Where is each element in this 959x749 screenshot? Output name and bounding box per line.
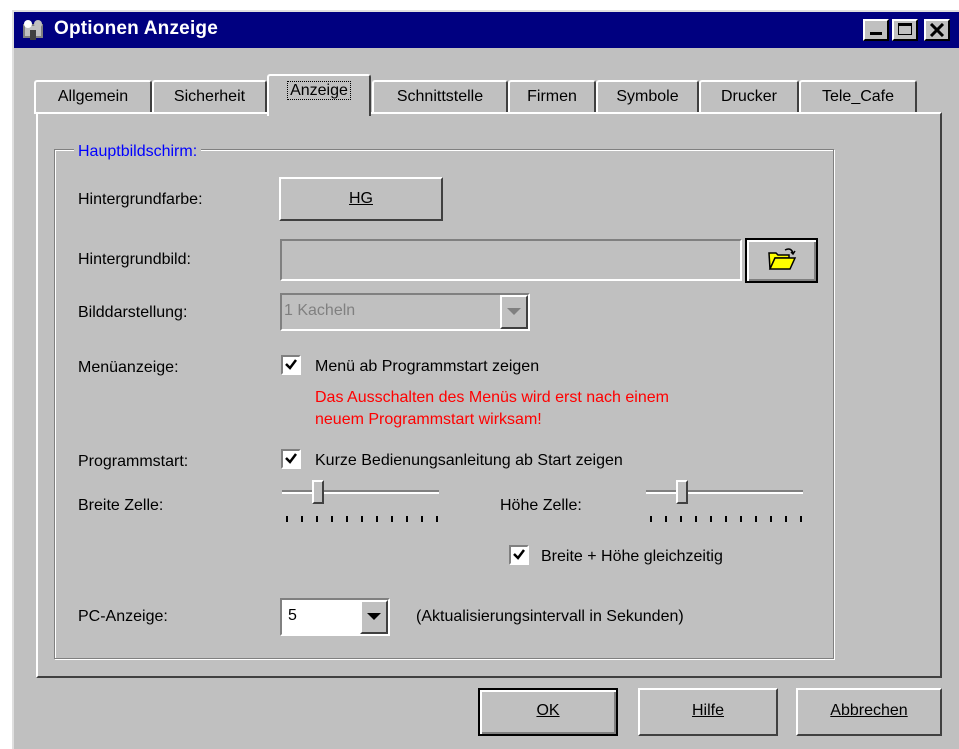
slider-tick [800, 516, 802, 522]
cell-width-slider[interactable] [282, 490, 439, 494]
maximize-icon [898, 23, 912, 35]
cell-height-ticks [650, 516, 802, 522]
slider-tick [755, 516, 757, 522]
program-start-checkbox-label[interactable]: Kurze Bedienungsanleitung ab Start zeige… [315, 451, 623, 471]
slider-tick [680, 516, 682, 522]
menu-display-checkbox-label[interactable]: Menü ab Programmstart zeigen [315, 357, 539, 377]
slider-tick [710, 516, 712, 522]
pc-display-combo[interactable]: 5 [280, 598, 390, 636]
tab-anzeige[interactable]: Anzeige [267, 74, 371, 116]
image-display-combo[interactable]: 1 Kacheln [280, 293, 530, 331]
slider-tick [331, 516, 333, 522]
cell-width-ticks [286, 516, 438, 522]
slider-tick [376, 516, 378, 522]
background-color-button[interactable]: HG [279, 177, 443, 221]
slider-tick [361, 516, 363, 522]
tab-label: Sicherheit [173, 88, 246, 105]
slider-tick [346, 516, 348, 522]
checkmark-icon [285, 359, 297, 370]
background-color-label: Hintergrundfarbe: [78, 191, 203, 208]
ok-button[interactable]: OK [478, 688, 618, 736]
checkbox-text: Menü ab Programmstart zeigen [315, 358, 540, 375]
slider-tick [301, 516, 303, 522]
tab-label: Symbole [616, 88, 679, 105]
tab-symbole[interactable]: Symbole [596, 80, 699, 114]
tab-allgemein[interactable]: Allgemein [34, 80, 152, 114]
button-label: OK [536, 702, 560, 719]
cell-width-label: Breite Zelle: [78, 497, 164, 514]
slider-tick [316, 516, 318, 522]
checkbox-text: Kurze Bedienungsanleitung ab Start zeige… [315, 452, 623, 469]
checkbox-text: Breite + Höhe gleichzeitig [541, 548, 723, 565]
minimize-button[interactable] [863, 19, 889, 41]
slider-tick [421, 516, 423, 522]
tab-label: Anzeige [287, 81, 351, 100]
tab-label: Schnittstelle [396, 88, 484, 105]
group-title: Hauptbildschirm: [74, 142, 202, 162]
tab-schnittstelle[interactable]: Schnittstelle [372, 80, 508, 114]
slider-tick [650, 516, 652, 522]
dialog-window: Optionen Anzeige Allgemein Sicherheit An… [12, 10, 959, 749]
background-image-field[interactable] [280, 239, 742, 281]
slider-tick [770, 516, 772, 522]
image-display-label: Bilddarstellung: [78, 304, 188, 321]
cancel-button[interactable]: Abbrechen [796, 688, 942, 736]
slider-tick [725, 516, 727, 522]
browse-folder-button[interactable] [745, 238, 818, 283]
title-bar[interactable]: Optionen Anzeige [14, 12, 959, 48]
combo-value: 5 [288, 607, 297, 624]
warning-line: Das Ausschalten des Menüs wird erst nach… [315, 389, 669, 406]
warning-line: neuem Programmstart wirksam! [315, 411, 542, 428]
tab-label: Drucker [720, 88, 777, 105]
tab-drucker[interactable]: Drucker [699, 80, 799, 114]
tab-sicherheit[interactable]: Sicherheit [152, 80, 267, 114]
slider-tick [665, 516, 667, 522]
app-icon[interactable] [20, 18, 46, 42]
program-start-label: Programmstart: [78, 453, 189, 470]
checkmark-icon [513, 549, 525, 560]
slider-tick [436, 516, 438, 522]
cell-width-slider-thumb[interactable] [312, 480, 324, 504]
cell-height-label: Höhe Zelle: [500, 497, 582, 514]
tab-tele-cafe[interactable]: Tele_Cafe [799, 80, 917, 114]
tab-label: Allgemein [57, 88, 129, 105]
close-button[interactable] [924, 19, 950, 41]
slider-tick [286, 516, 288, 522]
slider-tick [391, 516, 393, 522]
window-title: Optionen Anzeige [54, 18, 218, 39]
link-sizes-checkbox[interactable] [509, 545, 529, 565]
cell-height-slider[interactable] [646, 490, 803, 494]
button-label: Abbrechen [830, 702, 908, 719]
minimize-icon [870, 32, 882, 35]
program-start-checkbox[interactable] [281, 449, 301, 469]
chevron-down-icon [507, 308, 521, 315]
menu-display-checkbox[interactable] [281, 355, 301, 375]
background-image-label: Hintergrundbild: [78, 251, 191, 268]
open-folder-icon [768, 248, 797, 270]
button-label: HG [349, 190, 373, 207]
link-sizes-checkbox-label[interactable]: Breite + Höhe gleichzeitig [541, 547, 723, 567]
slider-tick [406, 516, 408, 522]
menu-display-label: Menüanzeige: [78, 359, 179, 376]
close-icon [929, 23, 945, 37]
dropdown-button[interactable] [360, 600, 388, 634]
slider-tick [740, 516, 742, 522]
menu-warning-text: Das Ausschalten des Menüs wird erst nach… [315, 387, 669, 431]
tab-label: Tele_Cafe [821, 88, 895, 105]
help-button[interactable]: Hilfe [638, 688, 778, 736]
slider-tick [785, 516, 787, 522]
combo-value: 1 Kacheln [284, 302, 356, 319]
pc-display-label: PC-Anzeige: [78, 608, 168, 625]
button-label: Hilfe [691, 702, 724, 719]
checkmark-icon [285, 453, 297, 464]
cell-height-slider-thumb[interactable] [676, 480, 688, 504]
pc-display-hint: (Aktualisierungsintervall in Sekunden) [416, 608, 684, 625]
chevron-down-icon [367, 613, 381, 620]
tab-firmen[interactable]: Firmen [508, 80, 596, 114]
slider-tick [695, 516, 697, 522]
tab-label: Firmen [527, 88, 577, 105]
maximize-button[interactable] [892, 19, 918, 41]
dropdown-button[interactable] [500, 295, 528, 329]
